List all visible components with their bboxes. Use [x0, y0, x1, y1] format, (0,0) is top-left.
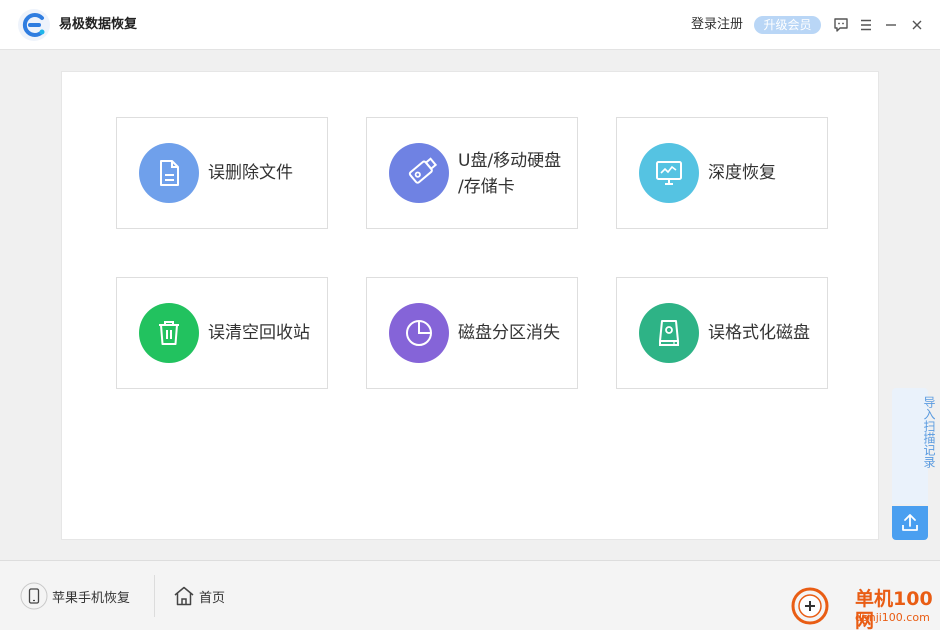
card-icon-circle	[389, 303, 449, 363]
card-label: U盘/移动硬盘 /存储卡	[458, 118, 574, 228]
card-icon-circle	[139, 143, 199, 203]
app-logo-icon	[18, 9, 50, 41]
trash-icon	[159, 321, 179, 345]
home-label: 首页	[199, 590, 226, 606]
iphone-recovery-button[interactable]: 苹果手机恢复	[20, 581, 130, 611]
card-label: 误删除文件	[208, 163, 293, 183]
card-label: 误格式化磁盘	[708, 323, 810, 343]
card-icon-circle	[639, 303, 699, 363]
import-scan-record-button[interactable]: 导入扫描记录	[892, 388, 936, 504]
minimize-icon[interactable]	[881, 15, 901, 35]
pie-chart-icon	[406, 320, 432, 346]
card-formatted-disk[interactable]: 误格式化磁盘	[616, 277, 828, 389]
card-label: 磁盘分区消失	[458, 323, 560, 343]
usb-icon	[408, 157, 438, 184]
phone-icon	[20, 582, 48, 610]
feedback-icon[interactable]	[831, 15, 851, 35]
card-partition-lost[interactable]: 磁盘分区消失	[366, 277, 578, 389]
title-bar: 易极数据恢复 登录注册 升级会员	[0, 0, 940, 50]
upgrade-vip-button[interactable]: 升级会员	[754, 16, 821, 34]
watermark-logo-icon	[791, 587, 829, 625]
card-icon-circle	[639, 143, 699, 203]
upload-icon	[902, 514, 918, 531]
card-label-line2: /存储卡	[458, 177, 515, 197]
card-icon-circle	[139, 303, 199, 363]
main-panel: 误删除文件 U盘/移动硬盘 /存储卡 深度恢复 误清空回收站 磁盘分区消失 误格…	[61, 71, 879, 540]
login-register-link[interactable]: 登录注册	[691, 15, 743, 35]
bottom-divider	[154, 575, 155, 617]
app-title: 易极数据恢复	[59, 17, 138, 32]
file-icon	[160, 160, 179, 186]
card-icon-circle	[389, 143, 449, 203]
import-upload-button[interactable]	[892, 506, 928, 540]
card-label-line1: U盘/移动硬盘	[458, 151, 562, 171]
card-usb-drive[interactable]: U盘/移动硬盘 /存储卡	[366, 117, 578, 229]
close-icon[interactable]	[907, 15, 927, 35]
card-label: 误清空回收站	[208, 323, 310, 343]
menu-icon[interactable]	[856, 15, 876, 35]
monitor-icon	[656, 161, 682, 185]
card-deep-recovery[interactable]: 深度恢复	[616, 117, 828, 229]
card-label: 深度恢复	[708, 163, 776, 183]
watermark-url: danji100.com	[855, 611, 930, 624]
disk-icon	[659, 320, 679, 346]
iphone-recovery-label: 苹果手机恢复	[52, 590, 131, 606]
card-recycle-bin[interactable]: 误清空回收站	[116, 277, 328, 389]
home-icon	[174, 586, 194, 606]
home-button[interactable]: 首页	[172, 581, 225, 611]
card-deleted-files[interactable]: 误删除文件	[116, 117, 328, 229]
import-scan-record-label: 导入扫描记录	[922, 396, 936, 468]
